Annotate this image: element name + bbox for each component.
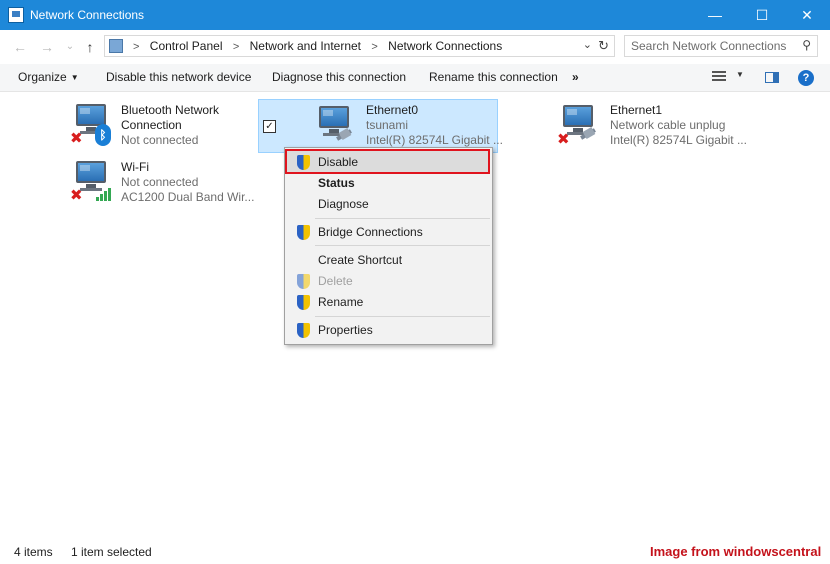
title-bar: Network Connections — ☐ ✕ — [0, 0, 830, 30]
search-box[interactable]: ⚲ — [624, 35, 818, 57]
window-title: Network Connections — [30, 8, 145, 22]
more-commands-button[interactable]: » — [572, 70, 579, 84]
menu-item-label: Create Shortcut — [318, 253, 403, 267]
back-button[interactable]: ← — [10, 37, 30, 57]
highlight-annotation-box — [285, 149, 490, 174]
uac-shield-icon — [297, 295, 310, 310]
disconnected-x-icon: ✖ — [70, 130, 83, 147]
connection-name-line2: Connection — [121, 118, 182, 132]
address-bar-row: ← → ⌄ ↑ > Control Panel > Network and In… — [0, 30, 830, 64]
wifi-signal-icon — [96, 187, 114, 201]
network-adapter-icon: ✖ — [70, 157, 114, 203]
help-icon[interactable]: ? — [798, 70, 814, 86]
breadcrumb-network-and-internet[interactable]: Network and Internet — [250, 39, 361, 53]
minimize-button[interactable]: — — [692, 0, 738, 30]
menu-item-label: Bridge Connections — [318, 225, 423, 239]
connection-status: Not connected — [121, 175, 199, 189]
breadcrumb-network-connections[interactable]: Network Connections — [388, 39, 502, 53]
connection-device: Intel(R) 82574L Gigabit ... — [366, 133, 503, 147]
menu-item-diagnose[interactable]: Diagnose — [287, 193, 490, 215]
selection-count: 1 item selected — [71, 545, 152, 559]
disconnected-x-icon: ✖ — [557, 131, 570, 148]
ethernet-cable-icon — [580, 127, 598, 141]
connection-item-ethernet0[interactable]: ✓ Ethernet0 tsunami Intel(R) 82574L Giga… — [258, 99, 503, 153]
context-menu: Disable Status Diagnose Bridge Connectio… — [284, 147, 493, 345]
connection-device: Intel(R) 82574L Gigabit ... — [610, 133, 747, 147]
organize-label: Organize — [18, 70, 67, 84]
breadcrumb-separator: > — [133, 41, 140, 53]
bluetooth-icon: ᛒ — [95, 124, 111, 146]
address-bar[interactable]: > Control Panel > Network and Internet >… — [104, 35, 615, 57]
recent-locations-button[interactable]: ⌄ — [60, 37, 80, 57]
change-view-icon[interactable] — [712, 71, 726, 83]
network-adapter-icon: ✖ ᛒ — [70, 100, 114, 146]
menu-item-label: Status — [318, 176, 355, 190]
connection-item-ethernet1[interactable]: ✖ Ethernet1 Network cable unplug Intel(R… — [555, 99, 750, 153]
address-dropdown-icon[interactable]: ⌄ — [583, 38, 592, 51]
view-options-dropdown-icon[interactable]: ▼ — [736, 70, 744, 79]
organize-menu[interactable]: Organize ▼ — [18, 70, 79, 84]
connection-name: Bluetooth Network — [121, 103, 220, 117]
refresh-icon[interactable]: ↻ — [598, 38, 609, 54]
breadcrumb-separator[interactable]: > — [371, 41, 377, 53]
disable-device-button[interactable]: Disable this network device — [106, 70, 251, 84]
diagnose-connection-button[interactable]: Diagnose this connection — [272, 70, 406, 84]
breadcrumb-separator[interactable]: > — [233, 41, 239, 53]
up-button[interactable]: ↑ — [80, 37, 100, 57]
menu-item-label: Diagnose — [318, 197, 369, 211]
menu-item-label: Rename — [318, 295, 364, 309]
control-panel-icon — [109, 39, 123, 53]
network-adapter-icon — [313, 102, 357, 148]
disconnected-x-icon: ✖ — [70, 187, 83, 204]
chevron-down-icon: ▼ — [70, 73, 79, 82]
watermark-text: Image from windowscentral — [650, 544, 822, 559]
menu-separator — [315, 316, 490, 317]
search-icon[interactable]: ⚲ — [802, 38, 811, 52]
preview-pane-icon[interactable] — [765, 72, 779, 83]
menu-item-delete: Delete — [287, 270, 490, 292]
search-input[interactable] — [631, 38, 791, 54]
breadcrumb: > Control Panel > Network and Internet >… — [129, 39, 502, 53]
network-adapter-icon: ✖ — [557, 101, 601, 147]
menu-item-bridge-connections[interactable]: Bridge Connections — [287, 221, 490, 243]
menu-separator — [315, 245, 490, 246]
command-bar: Organize ▼ Disable this network device Di… — [0, 64, 830, 92]
breadcrumb-control-panel[interactable]: Control Panel — [150, 39, 223, 53]
connection-name: Ethernet1 — [610, 103, 663, 117]
menu-separator — [315, 218, 490, 219]
item-count: 4 items — [14, 545, 53, 559]
forward-button[interactable]: → — [37, 37, 57, 57]
uac-shield-icon — [297, 225, 310, 240]
connection-item-wifi[interactable]: ✖ Wi-Fi Not connected AC1200 Dual Band W… — [68, 155, 255, 209]
connection-device: AC1200 Dual Band Wir... — [121, 190, 255, 204]
connection-status: Not connected — [121, 133, 199, 147]
network-connections-icon — [8, 7, 24, 23]
connection-status: Network cable unplug — [610, 118, 726, 132]
connection-name: Wi-Fi — [121, 160, 149, 174]
menu-item-label: Properties — [318, 323, 373, 337]
close-button[interactable]: ✕ — [784, 0, 830, 30]
selection-checkbox[interactable]: ✓ — [263, 120, 276, 133]
menu-item-rename[interactable]: Rename — [287, 291, 490, 313]
rename-connection-button[interactable]: Rename this connection — [429, 70, 558, 84]
connection-name: Ethernet0 — [366, 103, 419, 117]
connection-item-bluetooth[interactable]: ✖ ᛒ Bluetooth Network Connection Not con… — [68, 98, 253, 152]
connection-status: tsunami — [366, 118, 409, 132]
menu-item-create-shortcut[interactable]: Create Shortcut — [287, 249, 490, 271]
menu-item-properties[interactable]: Properties — [287, 319, 490, 341]
menu-item-status[interactable]: Status — [287, 172, 490, 194]
uac-shield-icon — [297, 323, 310, 338]
menu-item-label: Delete — [318, 274, 353, 288]
maximize-button[interactable]: ☐ — [739, 0, 785, 30]
uac-shield-icon — [297, 274, 310, 289]
ethernet-cable-icon — [336, 128, 354, 142]
